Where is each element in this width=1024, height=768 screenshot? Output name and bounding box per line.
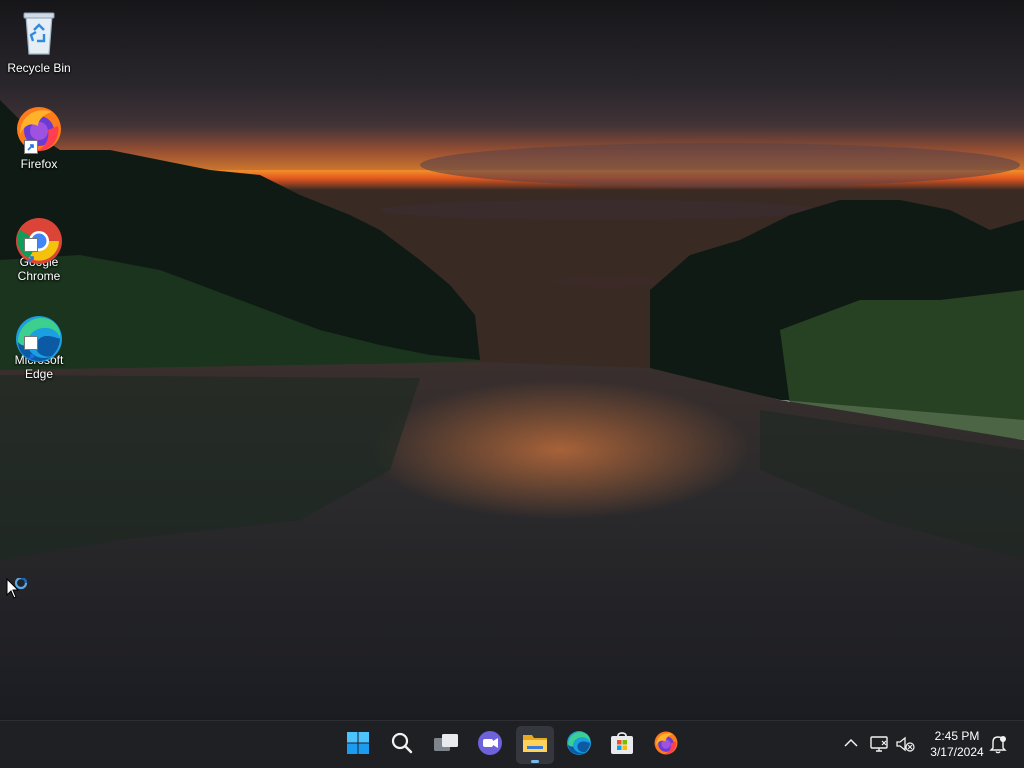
taskbar-start-button[interactable]: [339, 726, 377, 764]
desktop-wallpaper: [0, 0, 1024, 720]
shortcut-arrow-icon: [24, 238, 38, 263]
desktop-icon-google-chrome[interactable]: Google Chrome: [2, 202, 76, 283]
clock-time: 2:45 PM: [934, 729, 980, 743]
chrome-icon: [14, 202, 64, 264]
volume-muted-icon: [895, 736, 915, 757]
windows-start-icon: [346, 731, 370, 760]
taskbar-search-button[interactable]: [383, 726, 421, 764]
taskbar-firefox-button[interactable]: [647, 726, 685, 764]
tray-overflow-button[interactable]: [843, 735, 859, 756]
taskbar-chat-button[interactable]: [471, 726, 509, 764]
tray-notification-button[interactable]: [988, 734, 1008, 759]
taskbar-clock[interactable]: 2:45 PM 3/17/2024: [918, 728, 996, 760]
clock-date: 3/17/2024: [930, 745, 984, 759]
taskbar-edge-button[interactable]: [560, 726, 598, 764]
network-icon: [869, 736, 889, 757]
chevron-up-icon: [843, 738, 859, 755]
store-icon: [609, 730, 635, 761]
desktop-icon-label: Firefox: [20, 157, 58, 171]
search-icon: [390, 731, 414, 760]
tray-network-button[interactable]: [869, 735, 889, 758]
desktop-icon-microsoft-edge[interactable]: Microsoft Edge: [2, 300, 76, 381]
edge-icon: [566, 730, 592, 761]
taskbar-store-button[interactable]: [603, 726, 641, 764]
firefox-icon: [14, 104, 64, 154]
desktop-icon-label: Recycle Bin: [7, 61, 71, 75]
edge-icon: [14, 300, 64, 362]
notification-icon: [988, 736, 1008, 758]
task-view-icon: [433, 731, 459, 760]
folder-icon: [521, 731, 549, 760]
shortcut-arrow-icon: [24, 140, 38, 154]
taskbar: 2:45 PM 3/17/2024: [0, 720, 1024, 768]
taskbar-file-explorer-button[interactable]: [516, 726, 554, 764]
running-indicator: [531, 760, 539, 763]
taskbar-task-view-button[interactable]: [427, 726, 465, 764]
desktop-icon-recycle-bin[interactable]: Recycle Bin: [2, 8, 76, 75]
chat-icon: [477, 730, 503, 761]
firefox-icon: [653, 730, 679, 761]
mouse-cursor-icon: [6, 576, 32, 609]
desktop-icon-firefox[interactable]: Firefox: [2, 104, 76, 171]
shortcut-arrow-icon: [24, 336, 38, 361]
recycle-bin-icon: [14, 8, 64, 58]
tray-volume-button[interactable]: [895, 735, 915, 758]
